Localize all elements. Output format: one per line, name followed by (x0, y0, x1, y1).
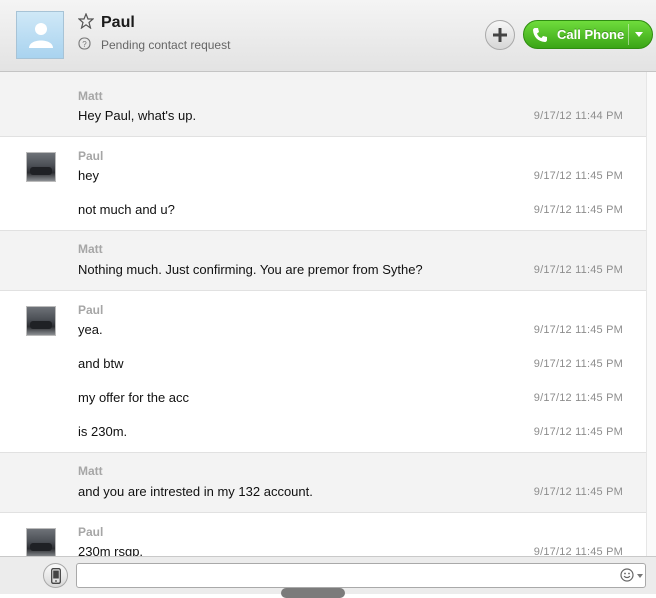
chat-scrollbar[interactable] (646, 72, 656, 556)
message-text: is 230m. (78, 424, 128, 439)
message-text: and btw (78, 356, 124, 371)
message-text: yea. (78, 322, 103, 337)
message-text: 230m rsgp. (78, 544, 144, 556)
message-group: Matt Nothing much. Just confirming. You … (0, 231, 646, 291)
sender-avatar[interactable] (26, 152, 56, 182)
message-text: hey (78, 168, 99, 183)
message-author: Paul (78, 149, 104, 163)
plus-icon (493, 28, 507, 42)
message-text: not much and u? (78, 202, 175, 217)
call-phone-label: Call Phone (557, 27, 625, 42)
message-author: Paul (78, 525, 104, 539)
message-text: Nothing much. Just confirming. You are p… (78, 262, 423, 277)
message-group: Paul 230m rsgp. 9/17/12 11:45 PM (0, 513, 646, 556)
smiley-icon[interactable] (620, 568, 634, 582)
message-timestamp: 9/17/12 11:45 PM (533, 426, 623, 438)
message-author: Paul (78, 303, 104, 317)
chevron-down-icon[interactable] (635, 32, 643, 37)
contact-name: Paul (101, 14, 135, 31)
contact-avatar[interactable] (16, 11, 64, 59)
star-icon[interactable] (78, 13, 94, 29)
message-group: Matt Hey Paul, what's up. 9/17/12 11:44 … (0, 72, 646, 137)
conversation-header: Paul ? Pending contact request Call Phon… (0, 0, 656, 72)
sender-avatar[interactable] (26, 528, 56, 556)
bottom-resize-handle[interactable] (281, 588, 345, 598)
message-history[interactable]: Matt Hey Paul, what's up. 9/17/12 11:44 … (0, 72, 656, 556)
message-group: Paul yea. 9/17/12 11:45 PM and btw 9/17/… (0, 291, 646, 453)
message-group: Matt and you are intrested in my 132 acc… (0, 453, 646, 513)
default-avatar-icon (29, 23, 53, 48)
message-timestamp: 9/17/12 11:45 PM (533, 204, 623, 216)
message-text: Hey Paul, what's up. (78, 108, 197, 123)
message-timestamp: 9/17/12 11:45 PM (533, 546, 623, 556)
mobile-message-button[interactable] (43, 563, 68, 588)
message-timestamp: 9/17/12 11:45 PM (533, 392, 623, 404)
chevron-down-icon[interactable] (637, 574, 643, 578)
phone-icon (533, 28, 547, 42)
message-text: and you are intrested in my 132 account. (78, 484, 313, 499)
message-timestamp: 9/17/12 11:45 PM (533, 324, 623, 336)
call-phone-button[interactable]: Call Phone (523, 20, 653, 49)
message-author: Matt (78, 89, 103, 103)
message-timestamp: 9/17/12 11:45 PM (533, 264, 623, 276)
contact-status: Pending contact request (101, 38, 231, 52)
message-input[interactable] (76, 563, 646, 588)
message-group: Paul hey 9/17/12 11:45 PM not much and u… (0, 137, 646, 231)
message-timestamp: 9/17/12 11:44 PM (533, 110, 623, 122)
call-button-divider (628, 24, 629, 45)
message-timestamp: 9/17/12 11:45 PM (533, 170, 623, 182)
message-author: Matt (78, 464, 103, 478)
mobile-phone-icon (51, 568, 61, 584)
svg-text:?: ? (82, 40, 87, 49)
sender-avatar[interactable] (26, 306, 56, 336)
pending-request-icon: ? (78, 37, 91, 50)
add-button[interactable] (485, 20, 515, 50)
message-text: my offer for the acc (78, 390, 190, 405)
message-author: Matt (78, 242, 103, 256)
message-timestamp: 9/17/12 11:45 PM (533, 486, 623, 498)
message-timestamp: 9/17/12 11:45 PM (533, 358, 623, 370)
